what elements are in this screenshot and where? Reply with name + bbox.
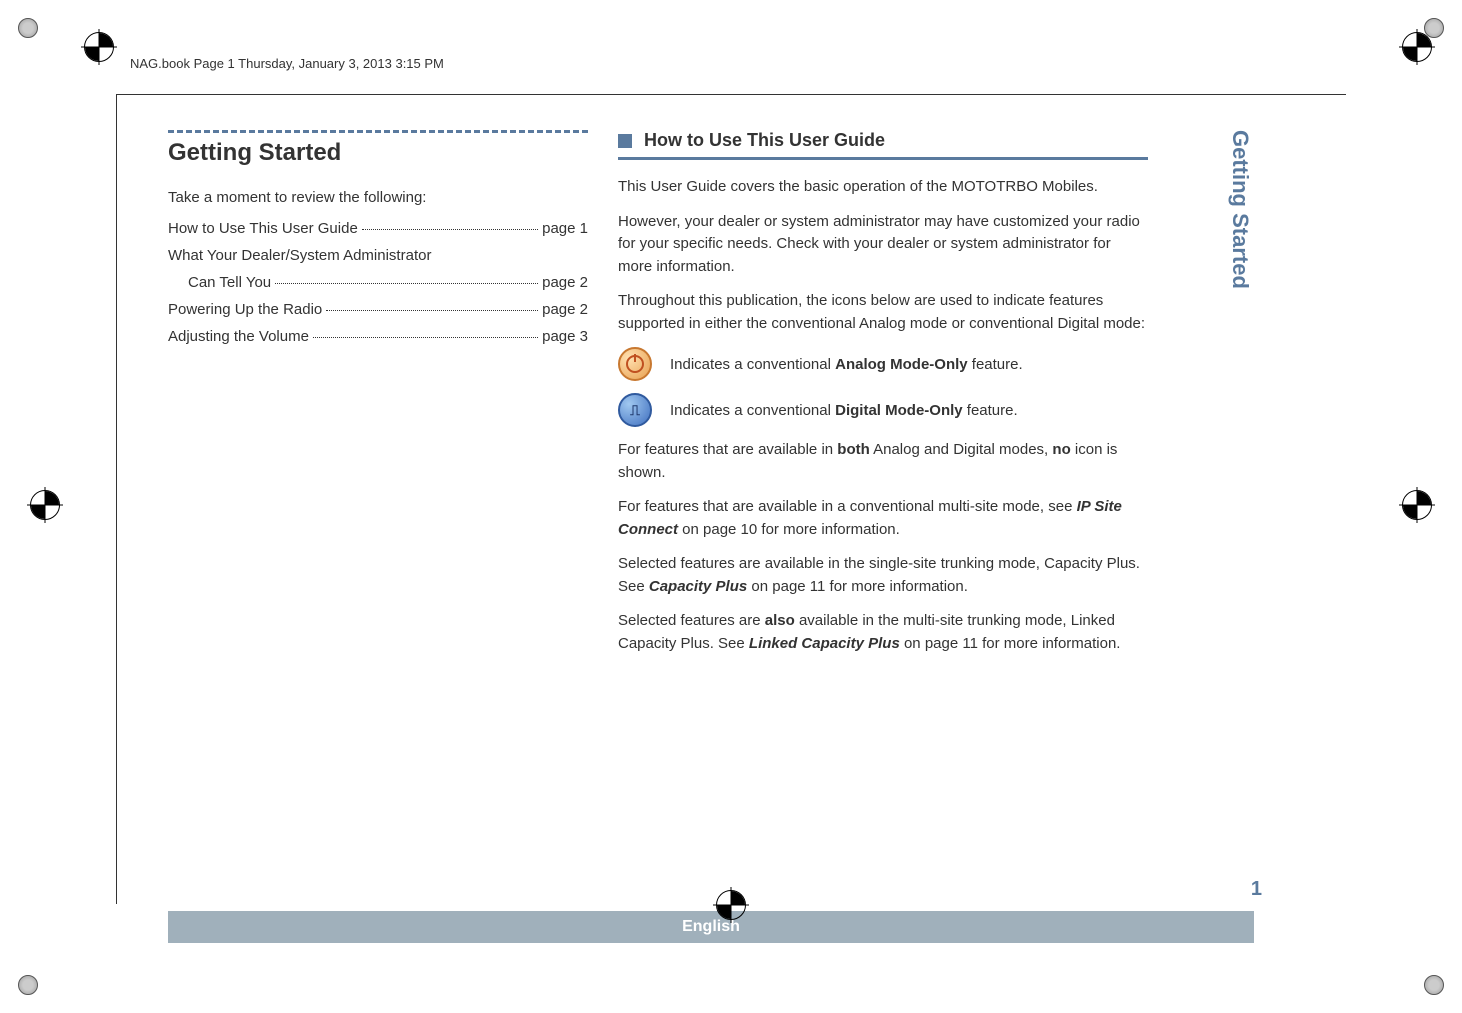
paragraph: Selected features are also available in … (618, 610, 1148, 655)
paragraph: For features that are available in both … (618, 439, 1148, 484)
toc-dots (313, 326, 538, 338)
paragraph: For features that are available in a con… (618, 496, 1148, 541)
crop-mark-icon (1416, 967, 1452, 1003)
registration-mark-icon (1402, 490, 1432, 520)
toc-item: How to Use This User Guide page 1 (168, 218, 588, 239)
crop-mark-icon (10, 10, 46, 46)
toc-label: Can Tell You (188, 272, 271, 293)
sidebar-tab: Getting Started (1220, 130, 1260, 410)
analog-mode-icon (618, 347, 652, 381)
toc-item: Can Tell You page 2 (168, 272, 588, 293)
toc-item: Adjusting the Volume page 3 (168, 326, 588, 347)
toc-item: What Your Dealer/System Administrator (168, 245, 588, 266)
footer-bar: English (168, 911, 1254, 943)
left-column: Getting Started Take a moment to review … (168, 130, 588, 850)
page-number: 1 (1251, 878, 1262, 901)
toc-page: page 3 (542, 326, 588, 347)
header-metadata: NAG.book Page 1 Thursday, January 3, 201… (130, 56, 444, 71)
registration-mark-icon (716, 890, 746, 920)
underline-rule (618, 157, 1148, 160)
toc-dots (362, 218, 538, 230)
toc-page: page 2 (542, 272, 588, 293)
right-column: How to Use This User Guide This User Gui… (618, 130, 1148, 850)
toc-label: How to Use This User Guide (168, 218, 358, 239)
toc-dots (326, 299, 538, 311)
toc-label: Adjusting the Volume (168, 326, 309, 347)
toc-dots (275, 272, 538, 284)
paragraph: Selected features are available in the s… (618, 553, 1148, 598)
content-area: Getting Started Take a moment to review … (168, 130, 1178, 850)
subsection-title: How to Use This User Guide (644, 130, 885, 151)
paragraph: This User Guide covers the basic operati… (618, 176, 1148, 199)
digital-mode-icon: ⎍ (618, 393, 652, 427)
paragraph: Throughout this publication, the icons b… (618, 290, 1148, 335)
sidebar-label: Getting Started (1227, 130, 1253, 289)
digital-text: Indicates a conventional Digital Mode-On… (670, 402, 1018, 419)
toc-label: Powering Up the Radio (168, 299, 322, 320)
icon-row-analog: Indicates a conventional Analog Mode-Onl… (618, 347, 1148, 381)
border-line (116, 94, 117, 904)
paragraph: However, your dealer or system administr… (618, 211, 1148, 279)
dashed-rule (168, 130, 588, 133)
crop-mark-icon (10, 967, 46, 1003)
registration-mark-icon (1402, 32, 1432, 62)
subsection-heading: How to Use This User Guide (618, 130, 1148, 151)
bullet-icon (618, 134, 632, 148)
toc-page: page 1 (542, 218, 588, 239)
intro-text: Take a moment to review the following: (168, 187, 588, 208)
icon-row-digital: ⎍ Indicates a conventional Digital Mode-… (618, 393, 1148, 427)
border-line (116, 94, 1346, 95)
section-title: Getting Started (168, 139, 588, 167)
registration-mark-icon (84, 32, 114, 62)
toc-item: Powering Up the Radio page 2 (168, 299, 588, 320)
analog-text: Indicates a conventional Analog Mode-Onl… (670, 356, 1023, 373)
toc-page: page 2 (542, 299, 588, 320)
toc-label: What Your Dealer/System Administrator (168, 245, 431, 266)
registration-mark-icon (30, 490, 60, 520)
